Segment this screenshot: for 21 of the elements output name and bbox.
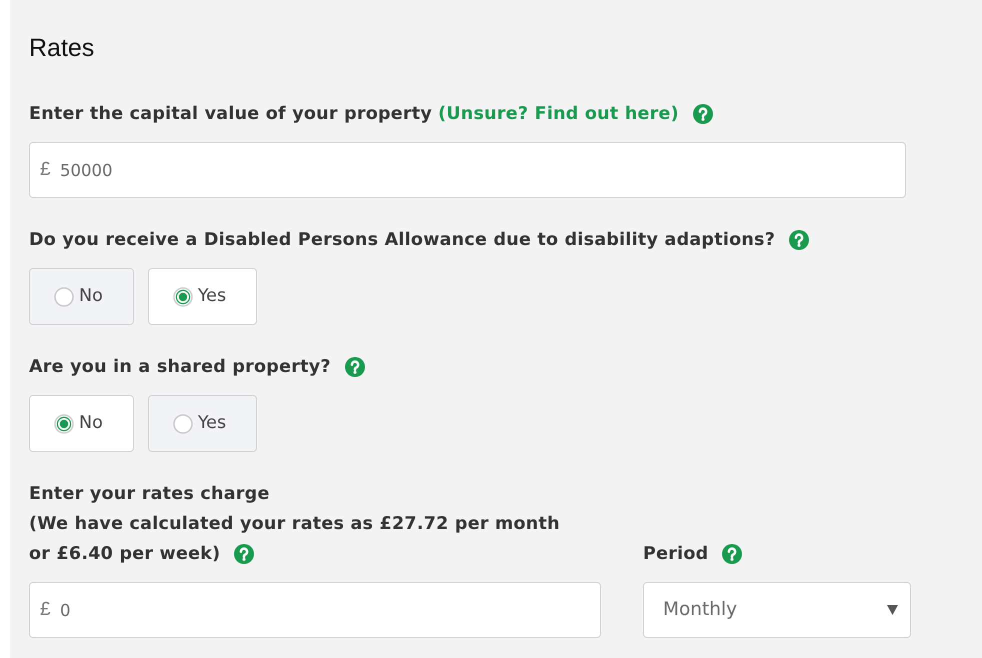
- help-icon[interactable]: [234, 544, 254, 564]
- field-note: or £6.40 per week): [29, 543, 220, 566]
- field-note: (We have calculated your rates as £27.72 per month: [29, 513, 560, 536]
- help-icon[interactable]: [722, 544, 742, 564]
- radio-option[interactable]: Yes: [148, 395, 258, 452]
- radio-option[interactable]: No: [29, 268, 134, 325]
- help-icon[interactable]: [344, 357, 365, 377]
- help-icon[interactable]: [789, 230, 810, 250]
- currency-symbol: £: [40, 599, 51, 621]
- question-label: Do you receive a Disabled Persons Allowance due to disability adaptions?: [29, 229, 776, 252]
- section-title: Rates: [29, 33, 96, 63]
- field-label: Enter your rates charge: [29, 483, 270, 506]
- question-label: Are you in a shared property?: [29, 356, 331, 379]
- caret-icon: [887, 605, 898, 615]
- period-select[interactable]: Monthly: [643, 582, 911, 638]
- currency-symbol: £: [40, 159, 51, 181]
- field-label: Enter the capital value of your property: [29, 103, 432, 126]
- help-icon[interactable]: [692, 104, 713, 124]
- radio-option[interactable]: No: [29, 395, 134, 452]
- field-label: Period: [643, 543, 708, 566]
- radio-option[interactable]: Yes: [148, 268, 258, 325]
